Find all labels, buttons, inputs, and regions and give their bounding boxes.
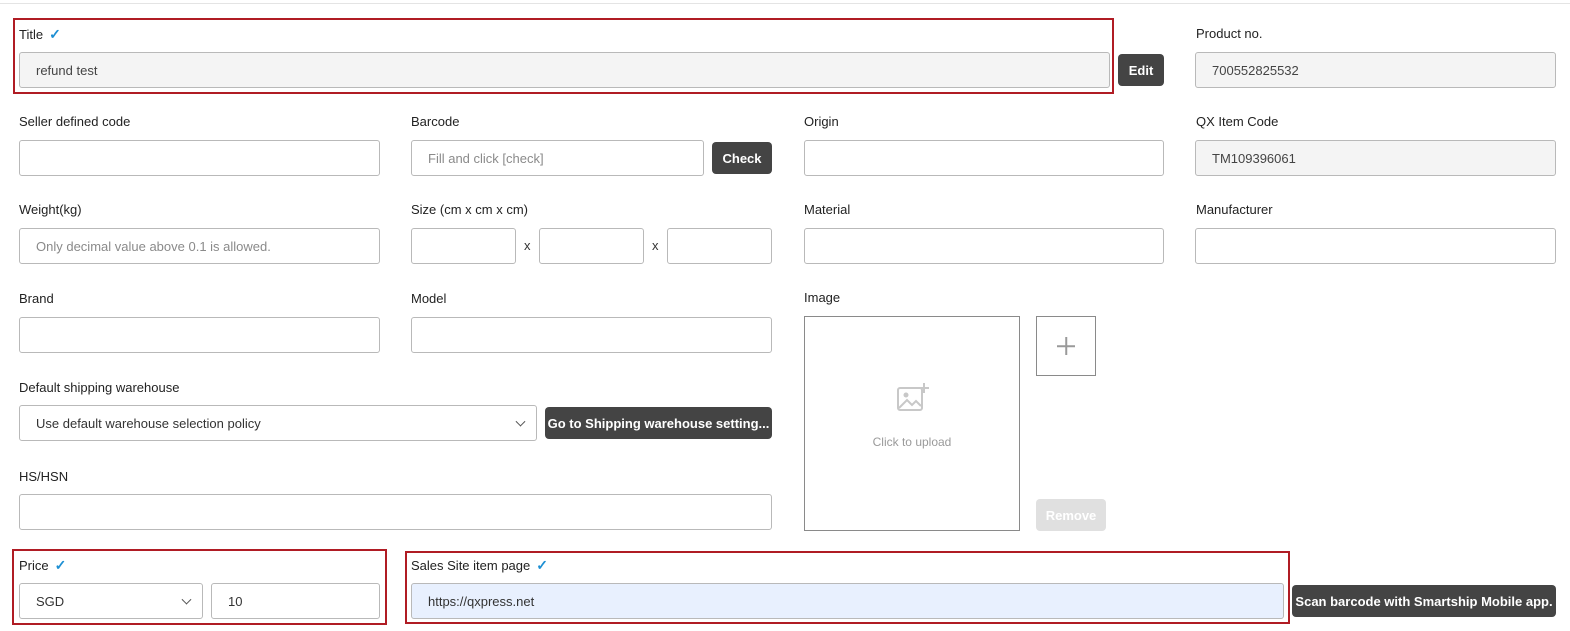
sales-site-verified-icon: ✓: [536, 557, 548, 573]
model-input[interactable]: [411, 317, 772, 353]
price-label: Price ✓: [19, 557, 67, 573]
size-length-input[interactable]: [411, 228, 516, 264]
product-no-field: 700552825532: [1195, 52, 1556, 88]
price-verified-icon: ✓: [54, 557, 67, 573]
edit-title-button[interactable]: Edit: [1118, 54, 1164, 86]
warehouse-label: Default shipping warehouse: [19, 380, 180, 395]
origin-label: Origin: [804, 114, 839, 129]
remove-image-button[interactable]: Remove: [1036, 499, 1106, 531]
sales-site-label: Sales Site item page ✓: [411, 557, 548, 573]
size-label: Size (cm x cm x cm): [411, 202, 528, 217]
top-divider: [0, 3, 1570, 4]
brand-label: Brand: [19, 291, 54, 306]
barcode-label: Barcode: [411, 114, 460, 129]
upload-text: Click to upload: [872, 435, 952, 449]
seller-code-input[interactable]: [19, 140, 380, 176]
currency-select[interactable]: SGD: [19, 583, 203, 619]
add-image-button[interactable]: [1036, 316, 1096, 376]
image-upload-area[interactable]: Click to upload: [804, 316, 1020, 531]
origin-input[interactable]: [804, 140, 1164, 176]
size-separator: x: [524, 238, 531, 253]
image-add-icon: [897, 383, 929, 411]
manufacturer-label: Manufacturer: [1196, 202, 1273, 217]
warehouse-select[interactable]: Use default warehouse selection policy: [19, 405, 537, 441]
weight-label: Weight(kg): [19, 202, 82, 217]
hs-hsn-label: HS/HSN: [19, 469, 69, 484]
model-label: Model: [411, 291, 447, 306]
image-label: Image: [804, 290, 841, 305]
qx-item-code-label: QX Item Code: [1196, 114, 1279, 129]
material-input[interactable]: [804, 228, 1164, 264]
size-separator: x: [652, 238, 659, 253]
chevron-down-icon: [515, 416, 526, 427]
weight-input[interactable]: Only decimal value above 0.1 is allowed.: [19, 228, 380, 264]
title-verified-icon: ✓: [49, 26, 61, 42]
size-height-input[interactable]: [667, 228, 772, 264]
scan-barcode-button[interactable]: Scan barcode with Smartship Mobile app.: [1292, 585, 1556, 617]
size-width-input[interactable]: [539, 228, 644, 264]
shipping-warehouse-setting-button[interactable]: Go to Shipping warehouse setting...: [545, 407, 772, 439]
product-no-label: Product no.: [1196, 26, 1263, 41]
hs-hsn-input[interactable]: [19, 494, 772, 530]
material-label: Material: [804, 202, 851, 217]
manufacturer-input[interactable]: [1195, 228, 1556, 264]
qx-item-code-field: TM109396061: [1195, 140, 1556, 176]
barcode-input[interactable]: Fill and click [check]: [411, 140, 704, 176]
barcode-check-button[interactable]: Check: [712, 142, 772, 174]
sales-site-url-input[interactable]: https://qxpress.net: [411, 583, 1284, 619]
chevron-down-icon: [181, 594, 192, 605]
title-field[interactable]: refund test: [19, 52, 1110, 88]
seller-code-label: Seller defined code: [19, 114, 131, 129]
title-label: Title ✓: [19, 26, 61, 42]
brand-input[interactable]: [19, 317, 380, 353]
price-input[interactable]: 10: [211, 583, 380, 619]
